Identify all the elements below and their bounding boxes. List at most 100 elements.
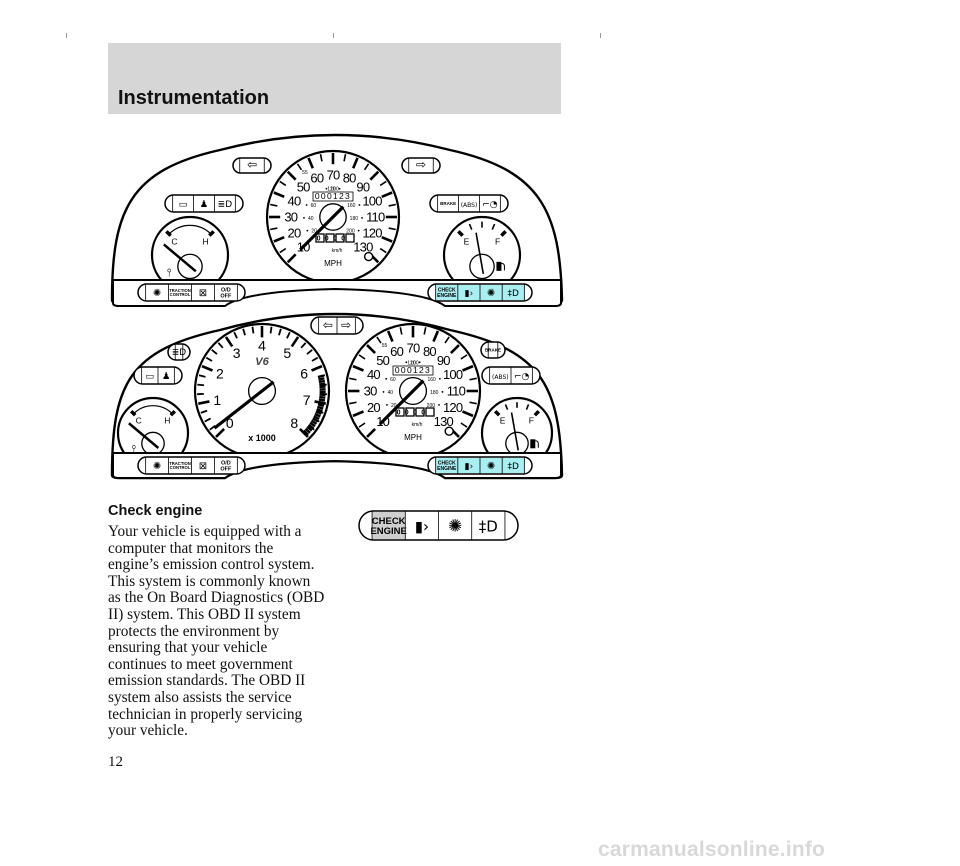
speed-55-mark: 55 <box>302 170 308 176</box>
speedometer-mph-label: 50 <box>376 353 389 368</box>
speedometer-mph-label: 100 <box>443 367 463 382</box>
kmh-dot <box>438 403 440 406</box>
kmh-dot <box>382 391 385 393</box>
speedometer-kmh-label: 180 <box>430 390 439 396</box>
redline-band <box>318 400 325 405</box>
body-line: Your vehicle is equipped with a <box>108 523 302 540</box>
tachometer-label: 2 <box>216 366 224 382</box>
speedometer-mph-label: 110 <box>447 384 466 399</box>
temp-scale-label: H <box>203 236 209 246</box>
body-line: This system is commonly known <box>108 572 311 590</box>
indicator-label: ENGINE <box>437 466 457 472</box>
trip-reset-button[interactable] <box>363 251 374 262</box>
headlamp-icon: ≣D <box>218 200 233 210</box>
speedometer-kmh-label: 180 <box>350 216 359 222</box>
redline-band <box>317 405 324 410</box>
body-line: continues to meet government <box>108 655 293 673</box>
body-line: technician in properly servicing <box>108 705 303 723</box>
fuel-pump-icon: ▮› <box>465 289 474 299</box>
transmission-icon: ⊠ <box>199 288 207 299</box>
temp-scale-label: C <box>136 416 142 426</box>
odometer-value: 000123 <box>395 365 431 375</box>
tachometer-label: 7 <box>303 392 311 408</box>
oil-pressure-icon: ⌐◔ <box>482 200 498 210</box>
headlamp-indicator: ≣D <box>167 343 191 361</box>
speedometer-mph-label: 70 <box>407 341 420 356</box>
speedometer-mph-label: 110 <box>366 210 385 225</box>
mph-unit-label: MPH <box>324 259 342 268</box>
brake-indicator: BRAKE <box>480 341 506 359</box>
tachometer-label: 3 <box>233 345 241 361</box>
kmh-dot <box>441 391 444 393</box>
abs-icon: (ABS) <box>492 374 509 381</box>
coolant-temp-icon: ⫯ <box>167 266 172 279</box>
indicator-label: ENGINE <box>370 526 406 537</box>
speedometer-mph-label: 60 <box>310 170 323 185</box>
turn-signal-left: ⇦ <box>232 157 272 174</box>
warning-lights-left: ▭ ♟ <box>133 366 183 385</box>
seatbelt-icon: ♟ <box>200 199 208 210</box>
speedometer-mph-label: 80 <box>343 170 356 185</box>
trip-reset-button[interactable] <box>444 426 454 436</box>
trip-odometer-value: 0000 <box>397 410 430 417</box>
speedometer-mph-label: 30 <box>284 210 297 225</box>
turn-left-icon: ⇦ <box>323 318 333 332</box>
kmh-dot <box>306 229 309 232</box>
tachometer-tick <box>197 383 205 387</box>
v6-engine-badge: V6 <box>255 356 269 368</box>
kmh-dot <box>303 217 305 219</box>
warning-lights-right: (ABS) ⌐◔ <box>481 366 541 385</box>
body-line: protects the environment by <box>108 622 280 640</box>
kmh-dot <box>361 217 363 219</box>
section-heading: Check engine <box>108 503 203 519</box>
fuel-scale-label: E <box>464 236 470 246</box>
tachometer-label: 1 <box>213 392 221 408</box>
tachometer-tick <box>251 326 255 334</box>
speedometer-mph-label: 30 <box>364 384 377 399</box>
body-line: engine’s emission control system. <box>108 556 315 574</box>
instrument-cluster-tachometer: 012345678V6x 100010203040506070809010011… <box>110 312 564 480</box>
mph-unit-label: MPH <box>404 433 422 442</box>
turn-signal-right: ⇨ <box>401 157 441 174</box>
speedometer-mph-label: 80 <box>423 344 436 359</box>
kmh-dot <box>438 377 441 380</box>
turn-signal-indicators: ⇦ ⇨ <box>310 316 364 335</box>
speedometer-mph-label: 120 <box>443 400 463 415</box>
airbag-icon: ✺ <box>487 461 495 472</box>
oil-pressure-icon: ⌐◔ <box>514 372 530 382</box>
kmh-dot <box>305 204 308 206</box>
speedometer-mph-label: 130 <box>434 414 454 429</box>
body-line: as the On Board Diagnostics (OBD <box>108 589 325 607</box>
indicator-label: CONTROL <box>170 465 191 470</box>
speedometer-mph-label: 20 <box>367 400 380 415</box>
tachometer-label: 5 <box>283 345 291 361</box>
body-line: your vehicle. <box>108 722 188 740</box>
abs-icon: (ABS) <box>461 202 478 209</box>
lower-indicators-left: ✺ TRACTIONCONTROL ⊠ O/DOFF <box>137 456 246 475</box>
redline-band <box>318 379 326 384</box>
lower-indicators-right: CHECKENGINE ▮› ✺ ‡D <box>427 283 533 302</box>
fuel-scale-label: F <box>529 416 534 426</box>
kmh-unit-label: km/h <box>412 422 423 428</box>
speedometer-kmh-label: 40 <box>308 216 314 222</box>
odometer-value: 000123 <box>315 191 351 201</box>
indicator-label: CONTROL <box>170 292 191 297</box>
body-line: ensuring that your vehicle <box>108 639 268 657</box>
turn-left-icon: ⇦ <box>247 158 257 172</box>
redline-band <box>318 377 325 381</box>
fuel-pump-icon: ▮› <box>415 517 429 535</box>
tachometer-label: 4 <box>258 337 266 353</box>
speed-55-mark: 55 <box>382 343 388 349</box>
kmh-unit-label: km/h <box>332 248 343 254</box>
watermark: carmanualsonline.info <box>598 838 826 861</box>
warning-lights-right: BRAKE (ABS) ⌐◔ <box>429 194 509 213</box>
airbag-icon: ✺ <box>153 461 161 472</box>
speedometer-mph-label: 20 <box>288 226 301 241</box>
indicator-label: BRAKE <box>485 348 501 353</box>
trip-odometer-value: 0000 <box>317 236 350 243</box>
fuel-pump-icon: ▮› <box>465 462 474 472</box>
redline-band <box>317 403 325 408</box>
speedometer-mph-label: 40 <box>288 193 301 208</box>
seatbelt-icon: ♟ <box>162 371 170 382</box>
tachometer-label: 8 <box>290 415 298 431</box>
